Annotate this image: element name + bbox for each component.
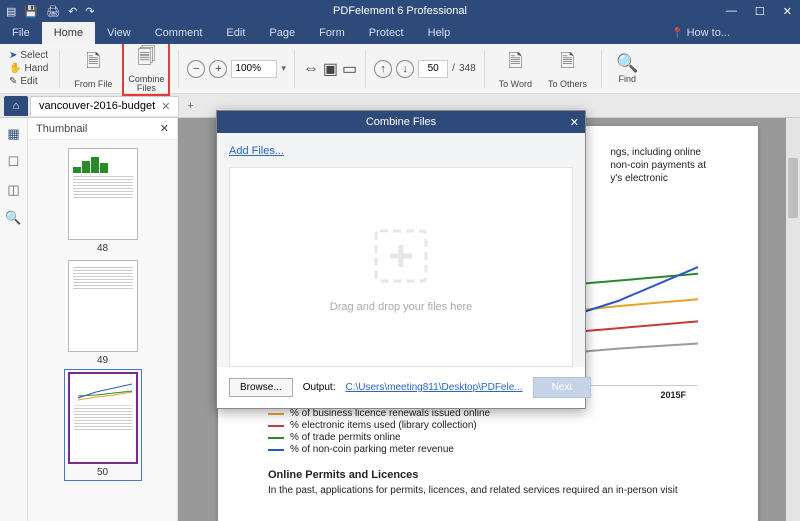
thumbnail-panel: Thumbnail ✕ 48 49 50 [28, 118, 178, 521]
dialog-title-bar[interactable]: Combine Files ✕ [217, 111, 585, 133]
drop-hint: Drag and drop your files here [330, 301, 472, 313]
find-label: Find [618, 75, 636, 84]
from-file-button[interactable]: 🗎 From File [68, 47, 118, 91]
menu-form[interactable]: Form [307, 22, 357, 44]
dialog-close-button[interactable]: ✕ [570, 116, 579, 129]
menu-page[interactable]: Page [257, 22, 307, 44]
thumbnail-page-50[interactable]: 50 [67, 372, 139, 478]
bookmark-icon[interactable]: ☐ [8, 154, 20, 170]
attachment-icon[interactable]: ◫ [7, 182, 19, 198]
app-title: PDFelement 6 Professional [333, 5, 467, 17]
next-page-button[interactable]: ↓ [396, 60, 414, 78]
undo-icon[interactable]: ↶ [68, 5, 77, 18]
pencil-icon: ✎ [9, 76, 17, 87]
chart-year-label: 2015F [660, 390, 686, 400]
current-page-input[interactable] [418, 60, 448, 78]
edit-label: Edit [20, 76, 37, 87]
cursor-icon: ➤ [9, 50, 17, 61]
edit-tool[interactable]: ✎Edit [6, 75, 41, 88]
minimize-button[interactable]: — [722, 5, 741, 18]
fit-width-icon[interactable]: ⇔ [303, 60, 319, 78]
to-word-label: To Word [499, 80, 532, 89]
menu-file[interactable]: File [0, 22, 42, 44]
dialog-title: Combine Files [366, 116, 436, 128]
legend-row: % electronic items used (library collect… [268, 420, 708, 431]
hand-label: Hand [24, 63, 48, 74]
legend-row: % of business licence renewals issued on… [268, 408, 708, 419]
menu-view[interactable]: View [95, 22, 143, 44]
section-body: In the past, applications for permits, l… [268, 484, 708, 497]
output-label: Output: [303, 382, 336, 393]
menu-edit[interactable]: Edit [214, 22, 257, 44]
thumbnail-close-button[interactable]: ✕ [160, 122, 169, 135]
combine-files-button[interactable]: 🗐 Combine Files [122, 41, 170, 96]
fit-page-icon[interactable]: ▣ [323, 59, 338, 79]
app-icon: ▤ [6, 5, 16, 18]
new-tab-button[interactable]: + [181, 100, 199, 112]
add-file-icon [366, 221, 436, 291]
hand-tool[interactable]: ✋Hand [6, 62, 51, 75]
browse-button[interactable]: Browse... [229, 378, 293, 397]
title-bar: ▤ 💾 🖨 ↶ ↷ PDFelement 6 Professional — ☐ … [0, 0, 800, 22]
export-icon: 🗎 [508, 49, 522, 79]
select-label: Select [20, 50, 48, 61]
page-sep: / [452, 63, 455, 74]
pages-icon: 🗐 [137, 44, 155, 74]
legend-row: % of trade permits online [268, 432, 708, 443]
zoom-in-button[interactable]: + [209, 60, 227, 78]
to-word-button[interactable]: 🗎To Word [493, 47, 538, 91]
start-page-tab[interactable]: ⌂ [4, 96, 28, 116]
menu-protect[interactable]: Protect [357, 22, 416, 44]
chevron-down-icon[interactable]: ▾ [281, 63, 286, 74]
combine-files-dialog: Combine Files ✕ Add Files... Drag and dr… [216, 110, 586, 409]
vertical-scrollbar[interactable] [786, 118, 800, 521]
to-others-label: To Others [548, 80, 587, 89]
menu-comment[interactable]: Comment [143, 22, 215, 44]
thumbnail-title: Thumbnail [36, 123, 87, 135]
prev-page-button[interactable]: ↑ [374, 60, 392, 78]
search-icon: 🔍 [616, 53, 638, 74]
document-tab[interactable]: vancouver-2016-budget ✕ [30, 96, 179, 116]
to-others-button[interactable]: 🗎To Others [542, 47, 593, 91]
thumbnails-icon[interactable]: ▦ [7, 126, 19, 142]
search-side-icon[interactable]: 🔍 [5, 210, 21, 226]
actual-size-icon[interactable]: ▭ [342, 59, 357, 79]
next-button[interactable]: Next [533, 377, 592, 398]
total-pages: 348 [459, 63, 476, 74]
add-files-link[interactable]: Add Files... [229, 145, 284, 157]
print-icon[interactable]: 🖨 [46, 5, 60, 18]
export-others-icon: 🗎 [560, 49, 574, 79]
thumbnail-page-49[interactable]: 49 [67, 260, 139, 366]
zoom-input[interactable] [231, 60, 277, 78]
redo-icon[interactable]: ↷ [85, 5, 94, 18]
close-tab-button[interactable]: ✕ [161, 100, 170, 113]
section-heading: Online Permits and Licences [268, 469, 708, 481]
side-rail: ▦ ☐ ◫ 🔍 [0, 118, 28, 521]
drop-zone[interactable]: Drag and drop your files here [229, 167, 573, 367]
combine-files-label: Combine Files [128, 75, 164, 93]
hand-icon: ✋ [9, 63, 21, 74]
menu-bar: File Home View Comment Edit Page Form Pr… [0, 22, 800, 44]
thumbnail-page-48[interactable]: 48 [67, 148, 139, 254]
how-to-link[interactable]: How to... [671, 27, 730, 39]
page-text-fragment: ngs, including online non-coin payments … [610, 146, 706, 185]
menu-home[interactable]: Home [42, 22, 95, 44]
menu-help[interactable]: Help [416, 22, 463, 44]
document-tab-label: vancouver-2016-budget [39, 100, 155, 112]
output-path-link[interactable]: C:\Users\meeting811\Desktop\PDFele... [346, 382, 523, 393]
maximize-button[interactable]: ☐ [751, 5, 769, 18]
page-icon: 🗎 [86, 49, 100, 79]
find-button[interactable]: 🔍Find [610, 51, 644, 86]
save-icon[interactable]: 💾 [24, 5, 38, 18]
close-button[interactable]: ✕ [779, 5, 796, 18]
scrollbar-thumb[interactable] [788, 158, 798, 218]
from-file-label: From File [74, 80, 112, 89]
select-tool[interactable]: ➤Select [6, 49, 51, 62]
zoom-out-button[interactable]: − [187, 60, 205, 78]
legend-row: % of non-coin parking meter revenue [268, 444, 708, 455]
ribbon-toolbar: ➤Select ✋Hand ✎Edit 🗎 From File 🗐 Combin… [0, 44, 800, 94]
